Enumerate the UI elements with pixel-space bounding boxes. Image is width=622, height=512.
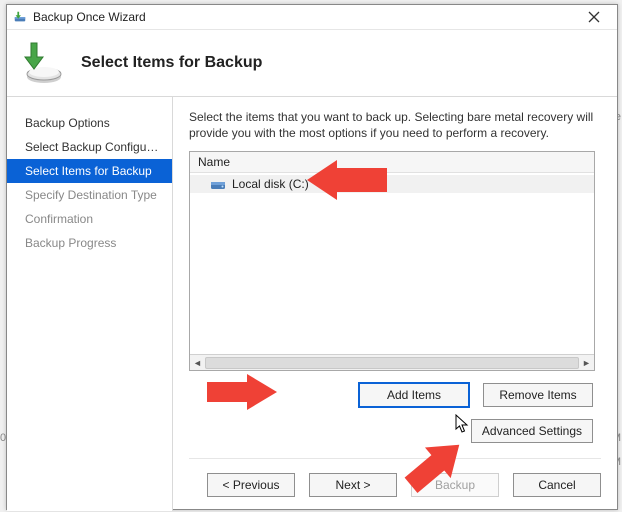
step-backup-progress[interactable]: Backup Progress: [7, 231, 172, 255]
scroll-track[interactable]: [205, 357, 579, 369]
remove-items-button[interactable]: Remove Items: [483, 383, 593, 407]
list-item[interactable]: Local disk (C:): [190, 175, 594, 193]
step-backup-options[interactable]: Backup Options: [7, 111, 172, 135]
list-header-name: Name: [190, 152, 594, 173]
banner-icon: [17, 39, 65, 87]
wizard-steps-sidebar: Backup Options Select Backup Configurat.…: [7, 97, 173, 511]
wizard-banner: Select Items for Backup: [7, 30, 617, 97]
close-button[interactable]: [577, 7, 611, 27]
advanced-settings-button[interactable]: Advanced Settings: [471, 419, 593, 443]
step-confirmation[interactable]: Confirmation: [7, 207, 172, 231]
items-container: Local disk (C:): [190, 173, 594, 354]
close-icon: [588, 11, 600, 23]
cancel-button[interactable]: Cancel: [513, 473, 601, 497]
scroll-left-button[interactable]: ◄: [190, 356, 205, 370]
disk-icon: [210, 177, 226, 191]
app-icon: [13, 10, 27, 24]
page-title: Select Items for Backup: [81, 54, 262, 72]
item-actions-row: Add Items Remove Items: [189, 383, 593, 407]
backup-button: Backup: [411, 473, 499, 497]
window-title: Backup Once Wizard: [33, 10, 577, 24]
wizard-main-panel: Select the items that you want to back u…: [173, 97, 617, 511]
next-button[interactable]: Next >: [309, 473, 397, 497]
dialog-window: Backup Once Wizard Select Items for Back…: [6, 4, 618, 510]
add-items-button[interactable]: Add Items: [359, 383, 469, 407]
advanced-row: Advanced Settings: [189, 419, 593, 443]
horizontal-scrollbar[interactable]: ◄ ►: [190, 354, 594, 370]
instruction-text: Select the items that you want to back u…: [189, 109, 601, 141]
step-destination-type[interactable]: Specify Destination Type: [7, 183, 172, 207]
previous-button[interactable]: < Previous: [207, 473, 295, 497]
scroll-right-button[interactable]: ►: [579, 356, 594, 370]
step-select-items[interactable]: Select Items for Backup: [7, 159, 172, 183]
wizard-nav-row: < Previous Next > Backup Cancel: [189, 458, 601, 497]
step-select-backup-config[interactable]: Select Backup Configurat...: [7, 135, 172, 159]
titlebar: Backup Once Wizard: [7, 5, 617, 30]
items-listbox: Name Local disk (C:) ◄: [189, 151, 595, 371]
list-item-label: Local disk (C:): [232, 177, 309, 191]
